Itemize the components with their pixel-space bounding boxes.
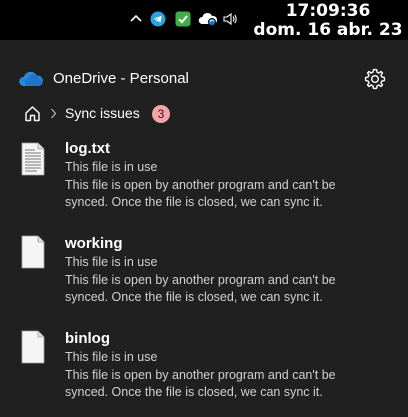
taskbar-clock[interactable]: 17:09:36 dom. 16 abr. 23 [248, 0, 408, 40]
file-name: log.txt [65, 140, 110, 157]
chevron-up-icon[interactable] [128, 11, 144, 27]
gear-icon[interactable] [363, 67, 387, 91]
file-status: This file is in use [65, 350, 158, 364]
text-file-icon [21, 142, 45, 176]
clock-date: dom. 16 abr. 23 [253, 20, 403, 40]
file-description: This file is open by another program and… [65, 368, 336, 399]
onedrive-sync-icon[interactable] [198, 12, 218, 26]
telegram-icon[interactable] [150, 11, 166, 27]
account-title: OneDrive - Personal [53, 70, 189, 87]
sync-issue-item[interactable]: log.txt This file is in use This file is… [0, 138, 408, 218]
file-name: working [65, 235, 123, 252]
taskbar: 17:09:36 dom. 16 abr. 23 [0, 0, 408, 40]
onedrive-cloud-icon [19, 71, 43, 86]
breadcrumb-sync-issues: Sync issues [65, 105, 140, 121]
sync-issue-item[interactable]: working This file is in use This file is… [0, 233, 408, 313]
blank-file-icon [21, 235, 45, 269]
clock-time: 17:09:36 [285, 1, 371, 21]
chevron-right-icon [51, 108, 57, 119]
onedrive-flyout: OneDrive - Personal Sync issues 3 log.tx… [0, 40, 408, 417]
security-check-icon[interactable] [175, 11, 191, 27]
sync-issue-item[interactable]: binlog This file is in use This file is … [0, 328, 408, 408]
file-description: This file is open by another program and… [65, 273, 336, 304]
volume-icon[interactable] [222, 11, 238, 27]
blank-file-icon [21, 330, 45, 364]
file-status: This file is in use [65, 255, 158, 269]
issue-count-badge: 3 [152, 105, 170, 123]
file-status: This file is in use [65, 160, 158, 174]
file-name: binlog [65, 330, 110, 347]
file-description: This file is open by another program and… [65, 178, 336, 209]
home-icon[interactable] [24, 105, 41, 122]
